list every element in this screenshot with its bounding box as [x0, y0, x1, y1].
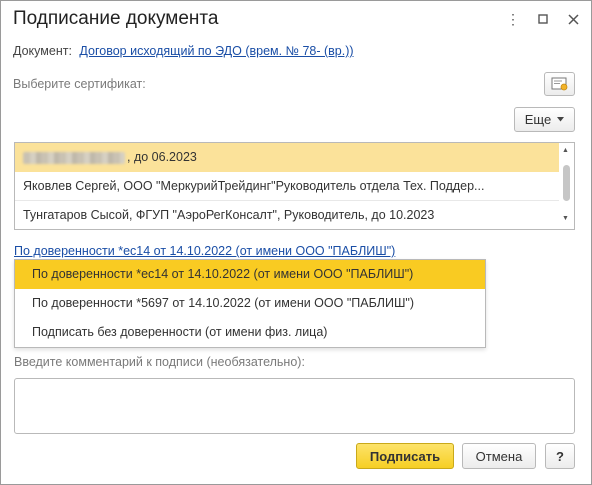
document-row: Документ: Договор исходящий по ЭДО (врем… [13, 44, 354, 58]
more-options-icon[interactable]: ⋮ [501, 7, 525, 31]
maximize-icon[interactable] [531, 7, 555, 31]
certificate-text: , до 06.2023 [127, 150, 197, 164]
proxy-option[interactable]: Подписать без доверенности (от имени физ… [15, 318, 485, 347]
redacted-name [23, 151, 125, 164]
comment-label: Введите комментарий к подписи (необязате… [14, 355, 305, 369]
certificate-list[interactable]: , до 06.2023 Яковлев Сергей, ООО "Меркур… [14, 142, 575, 230]
certificate-label: Выберите сертификат: [13, 77, 146, 91]
chevron-down-icon [557, 117, 565, 122]
help-button[interactable]: ? [545, 443, 575, 469]
cancel-button[interactable]: Отмена [462, 443, 536, 469]
document-link[interactable]: Договор исходящий по ЭДО (врем. № 78- (в… [79, 44, 353, 58]
certificate-row[interactable]: Тунгатаров Сысой, ФГУП "АэроРегКонсалт",… [15, 201, 560, 229]
certificate-text: Тунгатаров Сысой, ФГУП "АэроРегКонсалт",… [23, 208, 435, 222]
certificate-row[interactable]: , до 06.2023 [15, 143, 560, 172]
proxy-dropdown-menu: По доверенности *ес14 от 14.10.2022 (от … [14, 259, 486, 348]
sign-document-dialog: Подписание документа ⋮ Документ: Договор… [0, 0, 592, 485]
sign-button[interactable]: Подписать [356, 443, 454, 469]
certificate-details-button[interactable] [544, 72, 575, 96]
proxy-selector-link[interactable]: По доверенности *ес14 от 14.10.2022 (от … [14, 244, 395, 258]
proxy-option[interactable]: По доверенности *ес14 от 14.10.2022 (от … [15, 260, 485, 289]
comment-input[interactable] [14, 378, 575, 434]
more-button-label: Еще [524, 112, 552, 127]
scroll-down-icon[interactable]: ▼ [562, 215, 569, 222]
more-button[interactable]: Еще [514, 107, 575, 132]
proxy-option[interactable]: По доверенности *5697 от 14.10.2022 (от … [15, 289, 485, 318]
certificate-list-scrollbar[interactable]: ▲ ▼ [559, 143, 574, 229]
close-icon[interactable] [561, 7, 585, 31]
document-label: Документ: [13, 44, 72, 58]
dialog-title: Подписание документа [13, 8, 219, 29]
certificate-row[interactable]: Яковлев Сергей, ООО "МеркурийТрейдинг"Ру… [15, 172, 560, 201]
certificate-icon [551, 77, 567, 91]
scroll-up-icon[interactable]: ▲ [562, 147, 569, 154]
scrollbar-thumb[interactable] [563, 165, 570, 201]
certificate-text: Яковлев Сергей, ООО "МеркурийТрейдинг"Ру… [23, 179, 485, 193]
